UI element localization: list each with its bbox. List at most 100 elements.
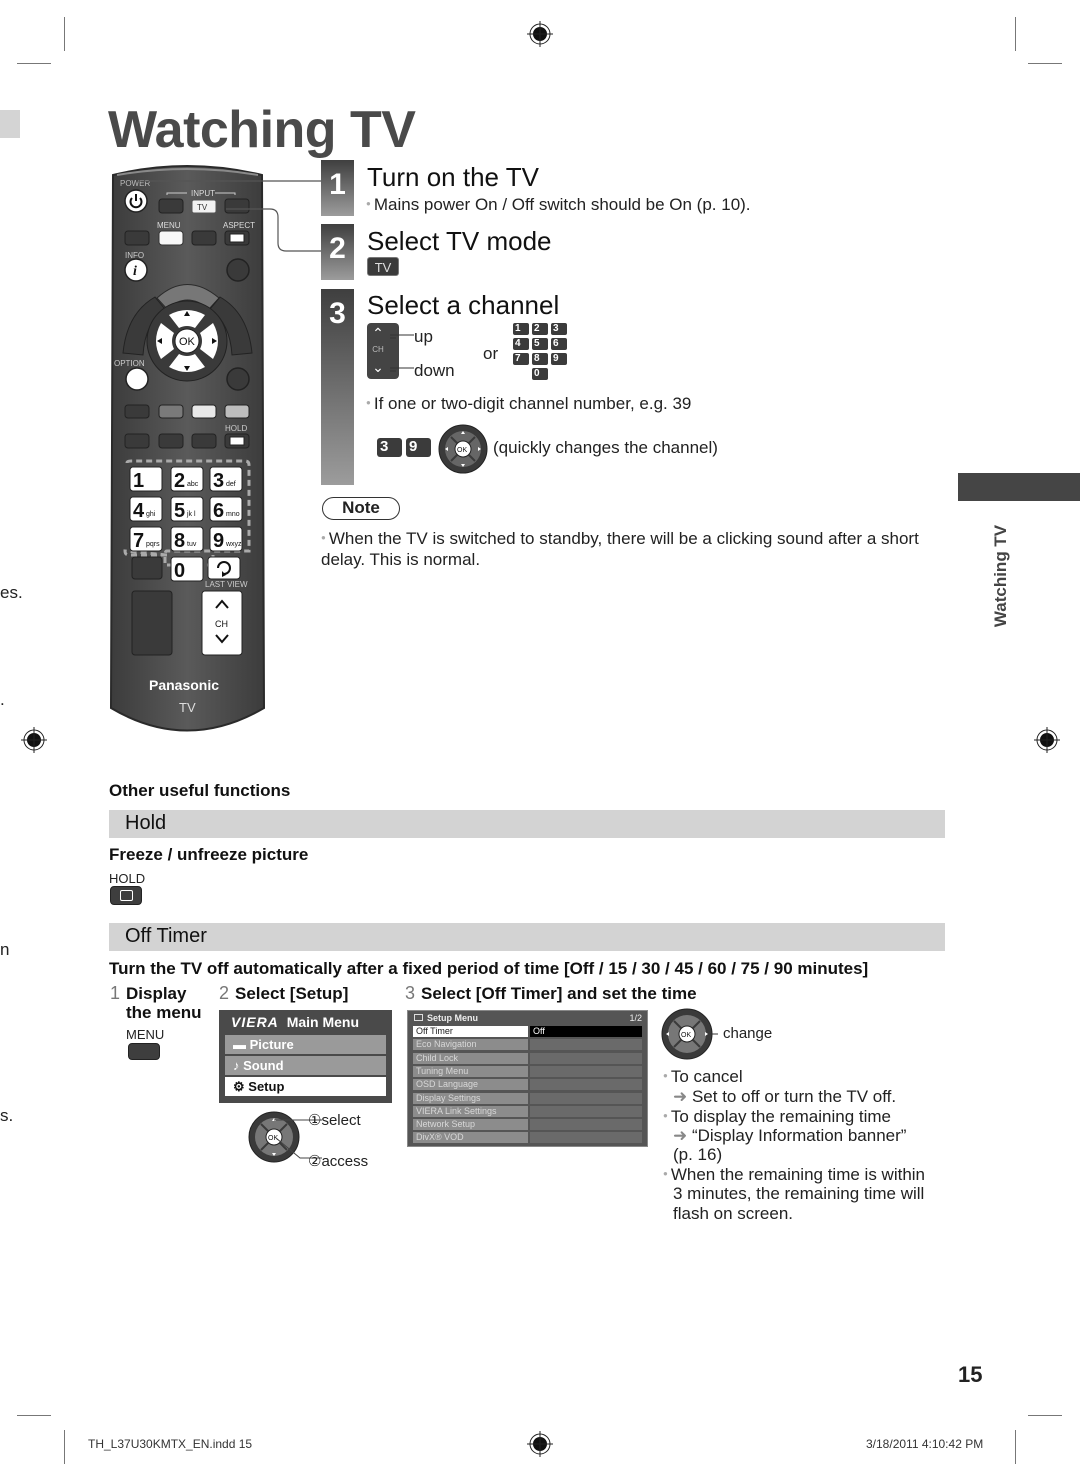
setup-menu-row[interactable]: VIERA Link Settings [413,1105,642,1117]
tip-flash-line2: 3 minutes, the remaining time will [673,1184,925,1203]
setup-menu-row-value [530,1105,642,1117]
number-key-4[interactable]: 4 ghi [129,496,163,522]
other-functions-heading: Other useful functions [109,781,291,800]
or-label: or [483,344,499,363]
menu-key-label: MENU [126,1027,165,1042]
setup-menu-row[interactable]: OSD Language [413,1079,642,1091]
arrow-icon: ➜ [673,1126,692,1145]
color-button[interactable] [191,404,217,419]
remote-button[interactable] [131,556,163,580]
main-menu-item-setup[interactable]: ⚙ Setup [225,1077,386,1096]
number-key-8[interactable]: 8 tuv [170,526,204,552]
step-3-title: Select a channel [367,290,560,320]
off-timer-section-header: Off Timer [109,923,945,951]
setup-menu-row[interactable]: Eco Navigation [413,1039,642,1051]
number-key-1[interactable]: 1 [129,466,163,492]
setup-menu-row-value [530,1052,642,1064]
mini-key-3: 3 [551,323,567,335]
svg-text:mno: mno [226,511,240,518]
last-view-label: LAST VIEW [205,580,248,589]
svg-text:0: 0 [174,560,185,582]
info-button[interactable]: i [124,258,148,282]
dpad-change-icon: OK [661,1008,718,1060]
margin-fragment: n [0,940,10,959]
setup-menu-row-label: DivX® VOD [413,1132,528,1144]
number-key-5[interactable]: 5 jk l [170,496,204,522]
setup-menu-row-value [530,1039,642,1051]
setup-menu-row[interactable]: Off Timer Off [413,1026,642,1037]
off-timer-step-1-num: 1 [110,983,121,1003]
setup-menu-row[interactable]: Display Settings [413,1092,642,1104]
page-edge-tab [0,110,20,138]
number-key-3[interactable]: 3 def [209,466,243,492]
remote-round-button[interactable] [226,258,250,282]
remote-round-button[interactable] [226,367,250,391]
note-badge: Note [322,497,400,520]
svg-text:OK: OK [681,1032,691,1039]
step-1-badge: 1 [321,160,354,216]
off-timer-title: Off Timer [125,925,207,947]
mini-key-5: 5 [532,338,548,350]
color-button[interactable] [224,404,250,419]
number-key-2[interactable]: 2 abc [170,466,204,492]
hold-subtitle: Freeze / unfreeze picture [109,845,309,864]
note-text: When the TV is switched to standby, ther… [321,529,931,570]
tip-flash-line3: flash on screen. [673,1204,794,1223]
setup-menu-row-label: Network Setup [413,1119,528,1131]
setup-menu-row-label: Eco Navigation [413,1039,528,1051]
off-timer-step-3-num: 3 [405,983,416,1003]
crop-mark [17,63,51,64]
svg-text:wxyz: wxyz [225,541,242,548]
svg-text:pqrs: pqrs [146,541,160,548]
option-button[interactable] [125,367,149,391]
key-9-icon: 9 [406,438,431,457]
crop-mark [1015,17,1016,51]
option-label: OPTION [114,359,145,368]
number-key-0[interactable]: 0 [170,556,204,582]
number-key-7[interactable]: 7 pqrs [129,526,163,552]
svg-text:4: 4 [133,500,145,522]
setup-menu-row[interactable]: Child Lock [413,1052,642,1064]
tip-remaining: To display the remaining time [663,1107,891,1127]
step-3-badge: 3 [321,289,354,485]
up-down-leader [390,334,414,372]
off-timer-step-2-num: 2 [219,983,230,1003]
setup-menu-row[interactable]: Network Setup [413,1119,642,1131]
main-menu-item-sound[interactable]: ♪ Sound [225,1056,386,1075]
registration-mark-icon [21,727,47,753]
setup-menu-header: Setup Menu 1/2 [414,1013,642,1024]
ok-dpad-icon: OK [438,424,488,474]
remote-button[interactable] [124,433,150,449]
down-label: down [414,361,455,380]
color-button[interactable] [124,404,150,419]
ok-button[interactable]: OK [174,328,200,354]
svg-text:OK: OK [457,447,467,454]
setup-menu-row-label: Off Timer [413,1026,528,1037]
setup-menu-row[interactable]: Tuning Menu [413,1065,642,1077]
change-label: change [723,1025,773,1042]
leader-lines [138,180,321,252]
color-button[interactable] [158,404,184,419]
volume-rocker[interactable] [131,590,173,656]
setup-menu-screen: Setup Menu 1/2 Off Timer Off Eco Navigatio… [407,1010,648,1147]
remote-button[interactable] [158,433,184,449]
section-side-label: Watching TV [991,524,1010,628]
number-key-6[interactable]: 6 mno [209,496,243,522]
menu-key-icon [128,1043,160,1060]
main-menu-item-picture[interactable]: ▬ Picture [225,1035,386,1054]
remote-button[interactable] [191,433,217,449]
step-2-title: Select TV mode [367,226,552,256]
crop-mark [1028,63,1062,64]
number-key-9[interactable]: 9 wxyz [209,526,243,552]
hold-title: Hold [125,812,167,834]
tip-cancel-sub: ➜ Set to off or turn the TV off. [673,1087,897,1106]
svg-text:ghi: ghi [146,511,156,518]
access-label: ②access [308,1153,369,1170]
setup-menu-row-label: Tuning Menu [413,1065,528,1077]
mini-key-1: 1 [513,323,529,335]
svg-text:def: def [226,481,236,488]
registration-mark-icon [527,1431,553,1457]
tip-cancel: To cancel [663,1067,743,1087]
setup-menu-row[interactable]: DivX® VOD [413,1132,642,1144]
svg-text:9: 9 [213,530,224,552]
